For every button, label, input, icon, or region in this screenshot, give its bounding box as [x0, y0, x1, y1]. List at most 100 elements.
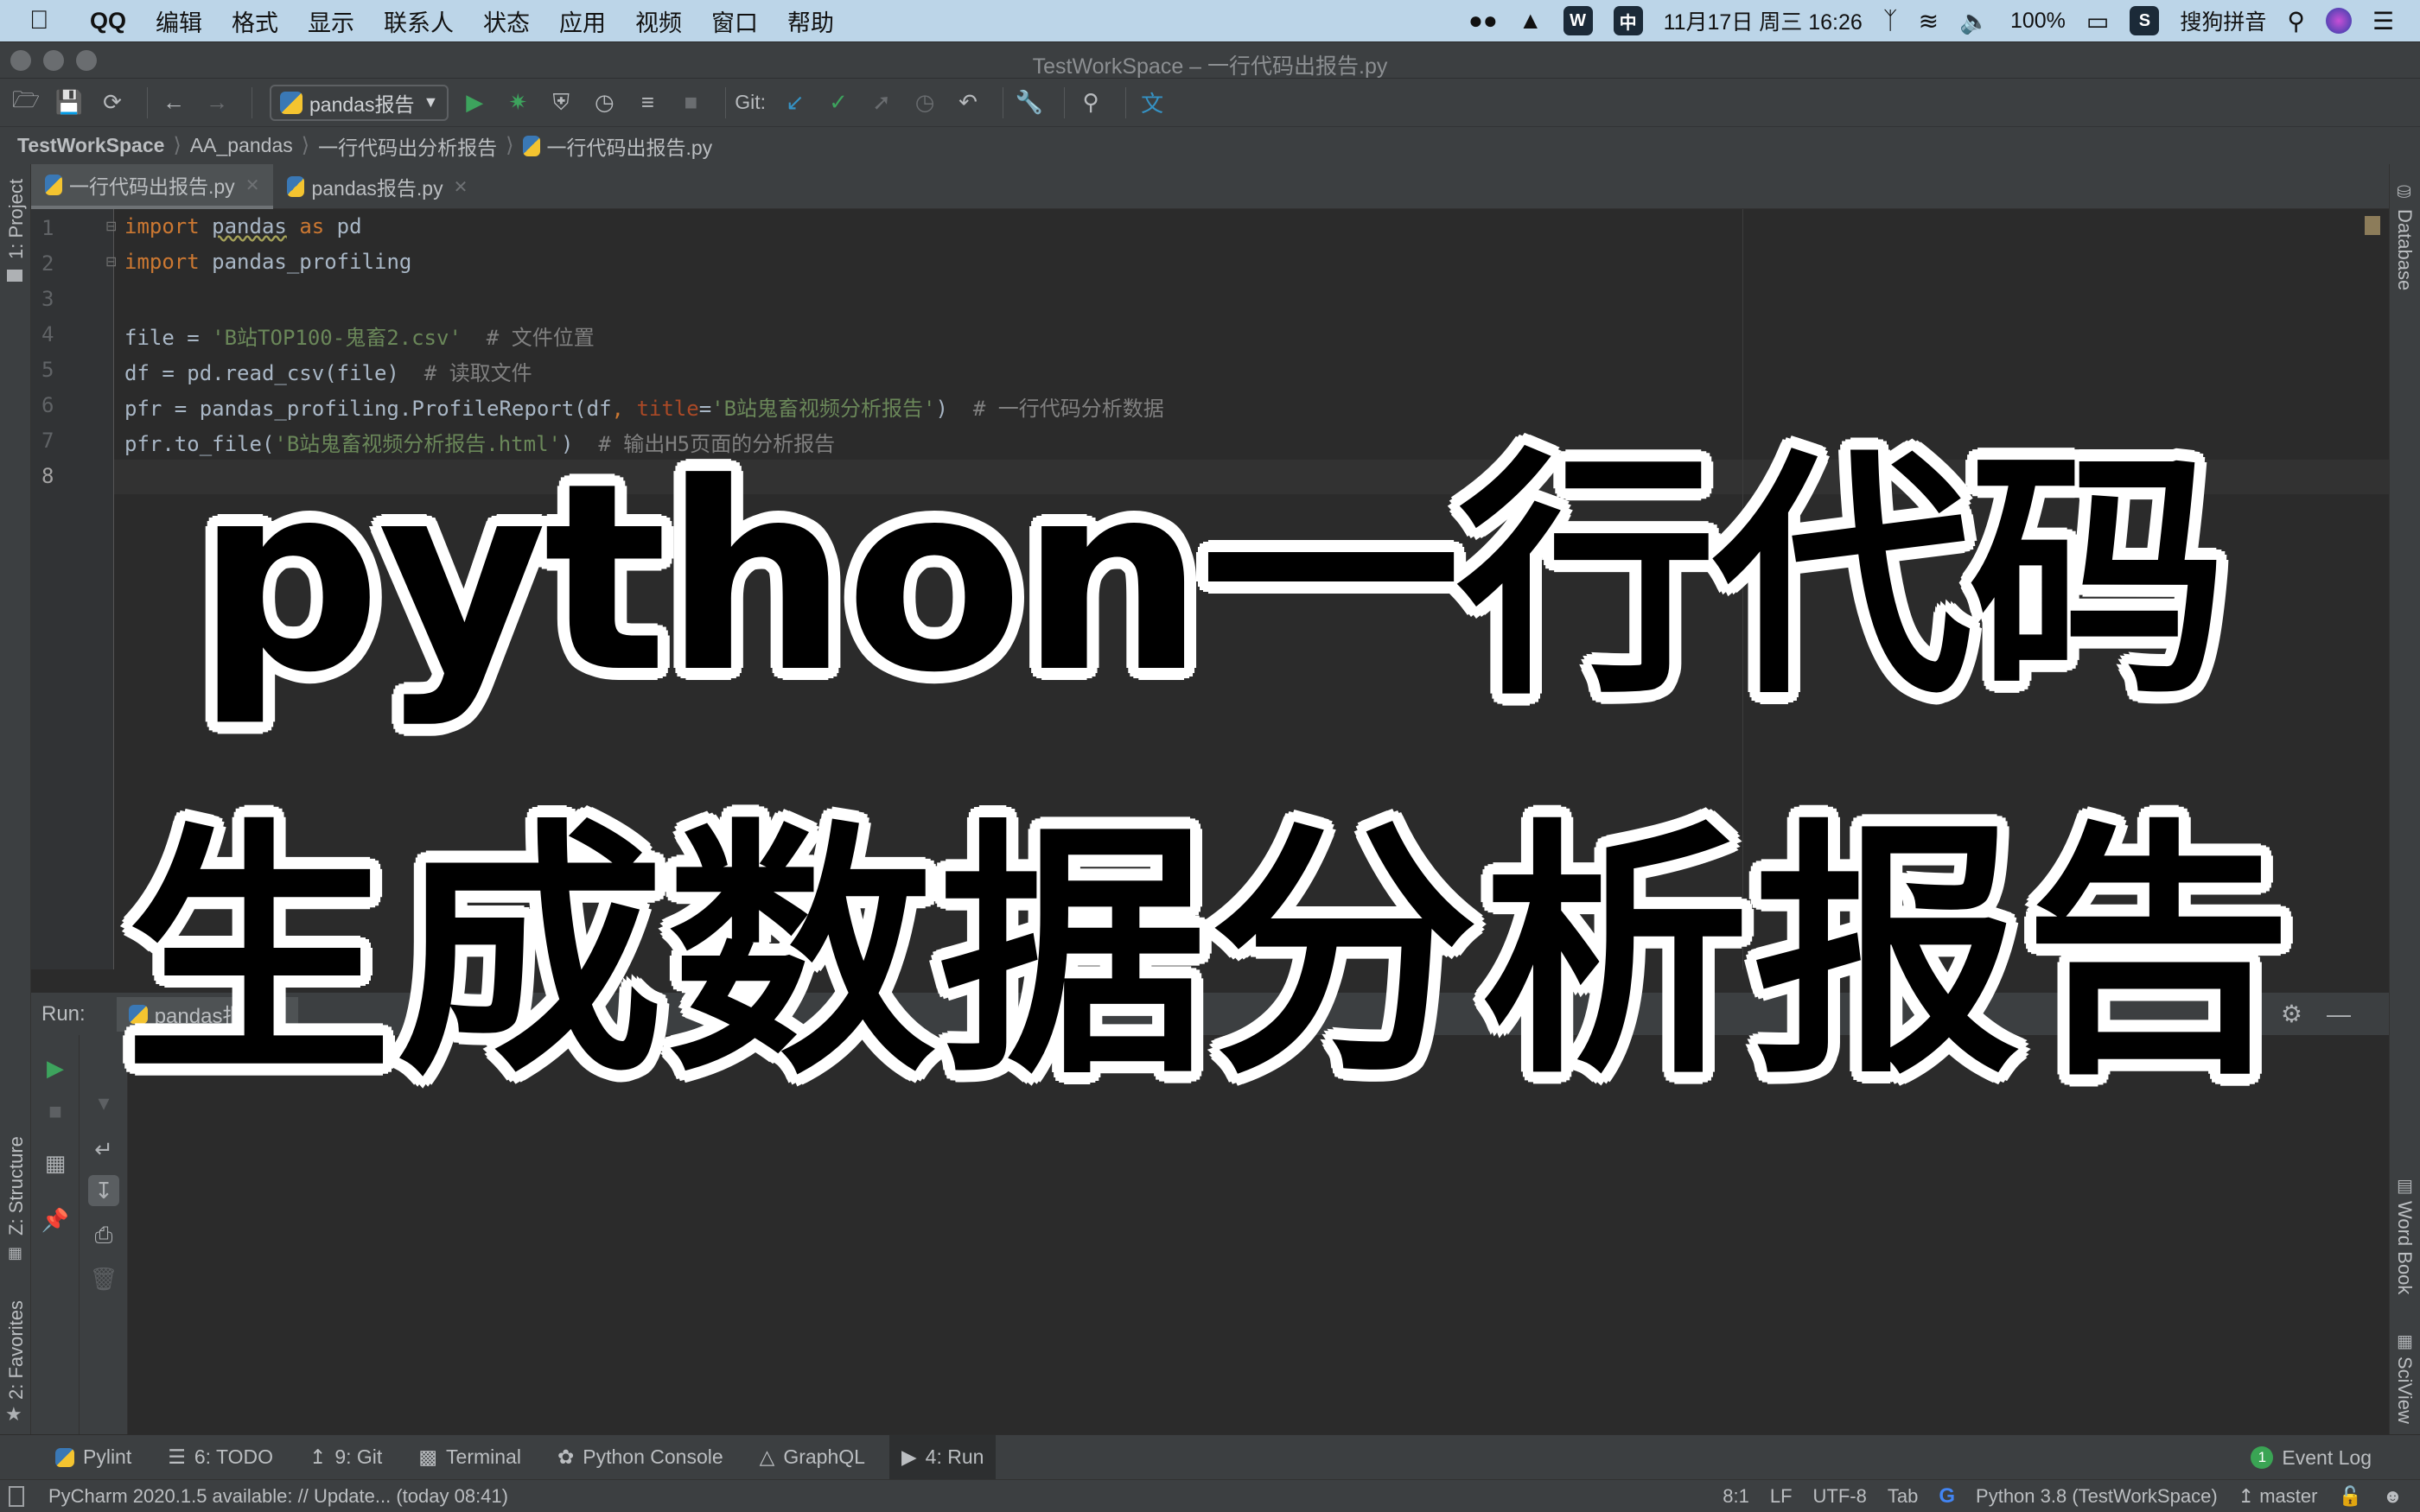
forward-arrow-icon[interactable]: → [200, 86, 234, 120]
tool-window-label: 6: TODO [194, 1445, 274, 1468]
trash-icon[interactable]: 🗑 [88, 1263, 119, 1294]
print-icon[interactable]: ⎙ [88, 1220, 119, 1251]
close-tab-icon[interactable]: ✕ [245, 175, 260, 196]
event-log-button[interactable]: 1 Event Log [2251, 1435, 2372, 1480]
caret-position[interactable]: 8:1 [1723, 1485, 1749, 1508]
battery-charging-icon[interactable]: ▭ [2086, 7, 2109, 35]
fold-icon[interactable]: ⊟ [105, 218, 117, 235]
file-encoding[interactable]: UTF-8 [1813, 1485, 1867, 1508]
git-push-icon[interactable]: ➚ [864, 86, 899, 120]
spotlight-search-icon[interactable]: ⚲ [2287, 7, 2305, 35]
sogou-icon[interactable]: S [2130, 6, 2160, 35]
tab-yihang-daima[interactable]: 一行代码出报告.py ✕ [31, 164, 274, 209]
siri-icon[interactable] [2325, 8, 2352, 34]
status-message[interactable]: PyCharm 2020.1.5 available: // Update...… [48, 1485, 508, 1508]
structure-tool-button[interactable]: Z: Structure [5, 1136, 28, 1236]
scroll-up-icon[interactable]: ▾ [88, 1087, 119, 1118]
tool-window-python-console[interactable]: ✿ Python Console [545, 1435, 736, 1480]
python-interpreter[interactable]: Python 3.8 (TestWorkSpace) [1976, 1485, 2218, 1508]
run-with-coverage-icon[interactable]: ⛨ [544, 86, 578, 120]
git-history-clock-icon[interactable]: ◷ [908, 86, 942, 120]
git-icon: ↥ [309, 1445, 327, 1468]
search-icon[interactable]: ⚲ [1073, 86, 1108, 120]
clock[interactable]: 11月17日 周三 16:26 [1664, 5, 1863, 36]
menu-status[interactable]: 状态 [483, 4, 530, 38]
battery-percent[interactable]: 100% [2010, 9, 2066, 34]
tab-label: pandas报告.py [311, 177, 443, 200]
tool-window-terminal[interactable]: ▩ Terminal [406, 1435, 533, 1480]
profile-icon[interactable]: ◷ [587, 86, 621, 120]
menu-app-qq[interactable]: QQ [90, 8, 126, 35]
tool-window-label: GraphQL [783, 1445, 865, 1468]
tool-window-graphql[interactable]: △ GraphQL [748, 1435, 877, 1480]
tool-window-pylint[interactable]: Pylint [43, 1435, 143, 1480]
run-configuration-select[interactable]: pandas报告 ▼ [270, 84, 449, 121]
inspector-icon[interactable]: ☻ [2383, 1485, 2403, 1508]
toggle-tool-windows-icon[interactable] [9, 1486, 24, 1507]
qq-penguin-icon[interactable]: ▲ [1519, 7, 1543, 35]
sciview-tool-button[interactable]: SciView [2393, 1356, 2416, 1424]
git-commit-check-icon[interactable]: ✓ [821, 86, 856, 120]
tab-pandas-report[interactable]: pandas报告.py ✕ [273, 164, 481, 209]
git-branch[interactable]: ↥ master [2238, 1485, 2318, 1508]
sync-icon[interactable]: ⟳ [95, 86, 130, 120]
project-tool-button[interactable]: 1: Project [5, 179, 28, 259]
wordbook-tool-button[interactable]: Word Book [2393, 1201, 2416, 1294]
layout-icon[interactable]: ▦ [40, 1147, 71, 1178]
tool-window-run[interactable]: ▶ 4: Run [888, 1434, 997, 1480]
pin-icon[interactable]: 📌 [40, 1204, 71, 1236]
tool-window-git[interactable]: ↥ 9: Git [297, 1435, 394, 1480]
git-rollback-icon[interactable]: ↶ [951, 86, 985, 120]
open-folder-icon[interactable]: 🗁 [9, 86, 43, 120]
breadcrumb-item[interactable]: 一行代码出分析报告 [318, 131, 497, 161]
back-arrow-icon[interactable]: ← [156, 86, 191, 120]
lock-icon[interactable]: 🔓 [2338, 1485, 2361, 1508]
scroll-to-end-icon[interactable]: ↧ [88, 1175, 119, 1206]
settings-wrench-icon[interactable]: 🔧 [1012, 86, 1047, 120]
menu-apps[interactable]: 应用 [559, 4, 606, 38]
stop-icon[interactable]: ■ [673, 86, 708, 120]
stop-icon[interactable]: ■ [40, 1096, 71, 1127]
bluetooth-icon[interactable]: ᛉ [1883, 7, 1898, 35]
google-icon[interactable]: G [1939, 1484, 1955, 1509]
save-icon[interactable]: 💾 [52, 86, 86, 120]
database-tool-button[interactable]: Database [2393, 209, 2416, 290]
line-number: 6 [41, 393, 54, 417]
favorites-tool-button[interactable]: 2: Favorites [5, 1300, 28, 1400]
indent-setting[interactable]: Tab [1888, 1485, 1918, 1508]
translate-icon[interactable]: 文 [1135, 86, 1169, 120]
run-icon[interactable]: ▶ [457, 86, 492, 120]
volume-icon[interactable]: 🔈 [1959, 7, 1990, 35]
wps-icon[interactable]: W [1563, 6, 1593, 35]
line-separator[interactable]: LF [1770, 1485, 1793, 1508]
wifi-icon[interactable]: ≋ [1919, 7, 1939, 35]
ime-name[interactable]: 搜狗拼音 [2180, 5, 2266, 36]
concurrency-diagram-icon[interactable]: ≡ [630, 86, 665, 120]
notification-center-icon[interactable]: ☰ [2372, 7, 2394, 35]
breadcrumb-item[interactable]: TestWorkSpace [17, 134, 164, 157]
git-update-icon[interactable]: ↙ [778, 86, 812, 120]
close-tab-icon[interactable]: ✕ [454, 176, 468, 198]
inspection-warning-marker[interactable] [2365, 216, 2380, 235]
breadcrumb-item[interactable]: AA_pandas [190, 134, 293, 157]
menu-window[interactable]: 窗口 [711, 4, 758, 38]
soft-wrap-icon[interactable]: ↵ [88, 1134, 119, 1165]
line-number: 5 [41, 358, 54, 382]
menu-video[interactable]: 视频 [635, 4, 682, 38]
database-icon: ⛁ [2397, 183, 2411, 202]
menu-help[interactable]: 帮助 [787, 4, 834, 38]
breadcrumb-item[interactable]: 一行代码出报告.py [547, 131, 713, 161]
menu-format[interactable]: 格式 [232, 4, 278, 38]
debug-bug-icon[interactable]: ✷ [500, 86, 535, 120]
toolbar-separator [725, 86, 727, 118]
tool-window-todo[interactable]: ☰ 6: TODO [156, 1435, 285, 1480]
chevron-right-icon: ⟩ [506, 134, 514, 157]
wechat-icon[interactable]: ●● [1468, 7, 1498, 35]
overlay-title-line-2: 生成数据分析报告 [124, 798, 2296, 1110]
menu-contacts[interactable]: 联系人 [384, 4, 454, 38]
input-method-icon[interactable]: 中 [1613, 6, 1643, 35]
fold-icon[interactable]: ⊟ [105, 253, 117, 270]
menu-edit[interactable]: 编辑 [156, 4, 202, 38]
apple-icon[interactable]:  [29, 6, 64, 35]
menu-view[interactable]: 显示 [308, 4, 354, 38]
